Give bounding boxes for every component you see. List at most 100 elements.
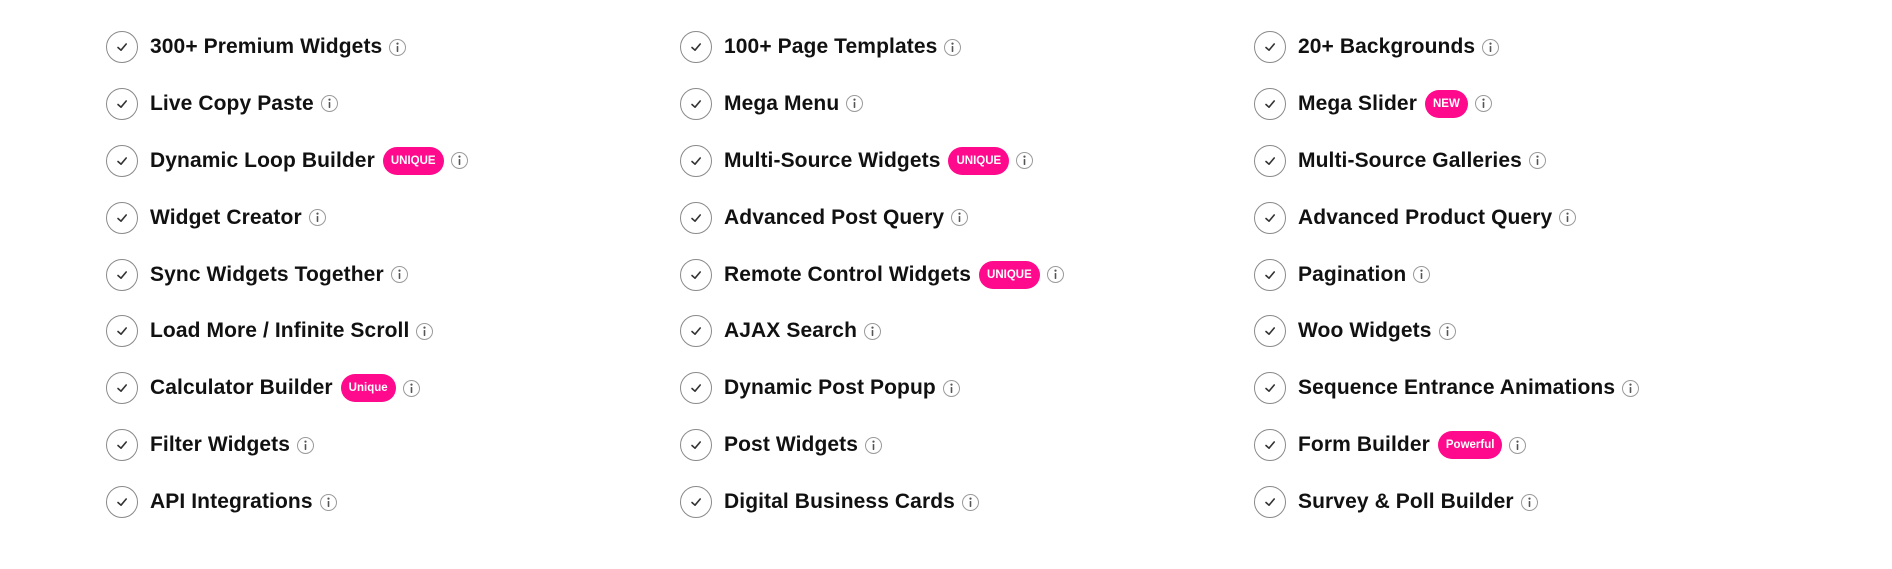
feature-item: Mega Slider NEW <box>1254 87 1828 120</box>
check-circle-icon <box>680 31 712 63</box>
check-circle-icon <box>680 429 712 462</box>
feature-label: 20+ Backgrounds <box>1298 35 1476 58</box>
info-icon[interactable] <box>402 379 420 397</box>
feature-item: Form Builder Powerful <box>1254 429 1828 462</box>
info-icon[interactable] <box>1528 152 1546 170</box>
feature-item: Remote Control Widgets UNIQUE <box>680 258 1254 291</box>
feature-item: AJAX Search <box>680 315 1254 348</box>
info-icon[interactable] <box>416 322 434 340</box>
feature-label: Digital Business Cards <box>724 490 955 514</box>
info-icon[interactable] <box>297 436 315 454</box>
feature-item: Multi-Source Galleries <box>1254 144 1828 177</box>
check-circle-icon <box>106 429 138 462</box>
feature-badge: UNIQUE <box>948 146 1010 175</box>
feature-label: Mega Slider <box>1298 91 1417 115</box>
check-circle-icon <box>106 144 138 177</box>
info-icon[interactable] <box>1474 95 1492 113</box>
check-circle-icon <box>106 87 138 120</box>
info-icon[interactable] <box>864 322 881 340</box>
check-circle-icon <box>1254 486 1286 519</box>
feature-item: Sync Widgets Together <box>106 258 680 291</box>
info-icon[interactable] <box>1438 322 1456 340</box>
feature-item: 300+ Premium Widgets <box>106 31 680 63</box>
check-circle-icon <box>680 201 712 234</box>
info-icon[interactable] <box>1413 266 1431 284</box>
feature-item: Filter Widgets <box>106 429 680 462</box>
feature-column: 100+ Page Templates Mega Menu Multi-Source… <box>680 31 1254 543</box>
feature-label: Form Builder <box>1298 433 1430 457</box>
info-icon[interactable] <box>865 436 883 454</box>
info-icon[interactable] <box>942 379 960 397</box>
feature-badge: NEW <box>1424 89 1468 118</box>
feature-label: Survey & Poll Builder <box>1298 490 1514 514</box>
feature-label: API Integrations <box>150 490 313 514</box>
info-icon[interactable] <box>846 95 864 113</box>
info-icon[interactable] <box>1520 493 1538 511</box>
feature-label: Advanced Post Query <box>724 205 945 229</box>
feature-item: Survey & Poll Builder <box>1254 486 1828 519</box>
check-circle-icon <box>1254 315 1286 348</box>
check-circle-icon <box>106 31 138 63</box>
info-icon[interactable] <box>320 95 338 113</box>
feature-label: Dynamic Loop Builder <box>150 148 375 172</box>
check-circle-icon <box>106 201 138 234</box>
feature-item: Dynamic Loop Builder UNIQUE <box>106 144 680 177</box>
feature-label: Sync Widgets Together <box>150 262 384 286</box>
info-icon[interactable] <box>319 493 337 511</box>
feature-label: Pagination <box>1298 262 1407 286</box>
feature-label: Widget Creator <box>150 205 302 229</box>
feature-badge: UNIQUE <box>979 260 1040 289</box>
info-icon[interactable] <box>961 493 979 511</box>
feature-label: Post Widgets <box>724 433 859 457</box>
feature-badge: Powerful <box>1437 431 1503 460</box>
feature-label: Calculator Builder <box>150 376 333 400</box>
info-icon[interactable] <box>1559 209 1577 227</box>
feature-label: Mega Menu <box>724 91 840 115</box>
feature-item: Post Widgets <box>680 429 1254 462</box>
feature-item: Load More / Infinite Scroll <box>106 315 680 348</box>
feature-label: Advanced Product Query <box>1298 205 1553 229</box>
feature-label: Woo Widgets <box>1298 319 1432 343</box>
feature-label: Load More / Infinite Scroll <box>150 319 410 343</box>
check-circle-icon <box>106 258 138 291</box>
check-circle-icon <box>106 372 138 405</box>
info-icon[interactable] <box>1016 152 1034 170</box>
check-circle-icon <box>680 315 712 348</box>
info-icon[interactable] <box>1509 436 1527 454</box>
check-circle-icon <box>1254 201 1286 234</box>
check-circle-icon <box>1254 31 1286 63</box>
check-circle-icon <box>1254 372 1286 405</box>
feature-label: 300+ Premium Widgets <box>150 35 383 58</box>
feature-badge: UNIQUE <box>382 146 444 175</box>
info-icon[interactable] <box>1046 266 1064 284</box>
features-grid: 300+ Premium Widgets Live Copy Paste Dynam… <box>106 31 1828 543</box>
check-circle-icon <box>1254 144 1286 177</box>
feature-label: Multi-Source Widgets <box>724 148 941 172</box>
feature-label: Sequence Entrance Animations <box>1298 376 1616 400</box>
info-icon[interactable] <box>390 266 408 284</box>
check-circle-icon <box>680 144 712 177</box>
feature-item: Sequence Entrance Animations <box>1254 372 1828 405</box>
feature-label: Multi-Source Galleries <box>1298 148 1522 172</box>
feature-item: Digital Business Cards <box>680 486 1254 519</box>
feature-item: Pagination <box>1254 258 1828 291</box>
feature-item: Widget Creator <box>106 201 680 234</box>
info-icon[interactable] <box>1482 38 1500 56</box>
feature-item: API Integrations <box>106 486 680 519</box>
check-circle-icon <box>680 372 712 405</box>
info-icon[interactable] <box>1622 379 1640 397</box>
feature-column: 20+ Backgrounds Mega Slider NEW Multi-Sourc… <box>1254 31 1828 543</box>
feature-label: Remote Control Widgets <box>724 262 972 286</box>
check-circle-icon <box>680 486 712 519</box>
feature-item: Dynamic Post Popup <box>680 372 1254 405</box>
feature-item: Woo Widgets <box>1254 315 1828 348</box>
info-icon[interactable] <box>308 209 326 227</box>
info-icon[interactable] <box>951 209 969 227</box>
info-icon[interactable] <box>389 38 407 56</box>
check-circle-icon <box>1254 258 1286 291</box>
info-icon[interactable] <box>944 38 962 56</box>
check-circle-icon <box>680 258 712 291</box>
check-circle-icon <box>680 87 712 120</box>
info-icon[interactable] <box>450 152 468 170</box>
check-circle-icon <box>106 486 138 519</box>
